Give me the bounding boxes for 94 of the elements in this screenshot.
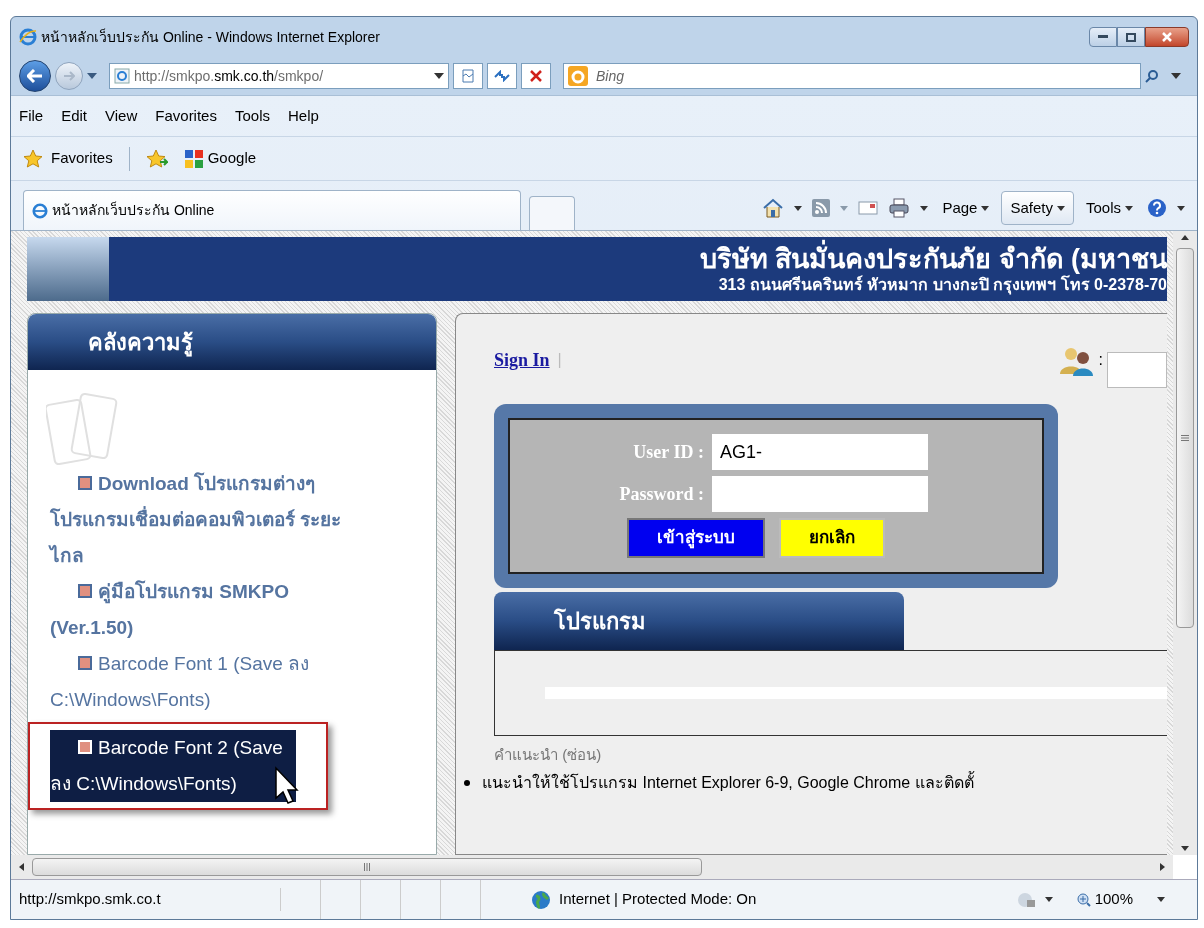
program-title: โปรแกรม — [554, 607, 646, 636]
scroll-thumb[interactable] — [1176, 248, 1194, 628]
browser-tab[interactable]: หน้าหลักเว็บประกัน Online — [23, 190, 521, 230]
favorites-link[interactable]: Favorites — [51, 147, 113, 170]
square-bullet-icon — [78, 476, 92, 490]
command-menu-button[interactable]: Page — [938, 191, 994, 225]
field-label: Password : — [618, 482, 704, 506]
menu-item[interactable]: Help — [288, 104, 319, 128]
window-title: หน้าหลักเว็บประกัน Online - Windows Internet Explorer — [41, 27, 380, 47]
sidebar-link[interactable]: Download โปรแกรมต่างๆ โปรแกรมเชื่อมต่อคอมพิวเตอร์ ระยะไกล — [50, 466, 360, 574]
favorite-link[interactable]: Google — [207, 147, 257, 170]
minimize-button[interactable] — [1089, 27, 1117, 47]
stop-button[interactable] — [521, 63, 551, 89]
user-id-field[interactable]: AG1- — [712, 434, 928, 470]
page-icon — [114, 68, 130, 84]
menu-item[interactable]: View — [105, 104, 138, 128]
menu-item[interactable]: File — [19, 104, 44, 128]
password-field[interactable] — [712, 476, 928, 512]
printer-icon[interactable] — [888, 198, 911, 218]
compatibility-view-button[interactable] — [453, 63, 483, 89]
dropdown-arrow-icon[interactable] — [1044, 897, 1053, 902]
back-button[interactable] — [19, 60, 51, 92]
menu-item[interactable]: Tools — [234, 104, 270, 128]
close-icon — [530, 70, 542, 82]
dropdown-arrow-icon[interactable] — [794, 205, 803, 211]
grip-icon — [1181, 435, 1189, 441]
dropdown-arrow-icon[interactable] — [1157, 897, 1165, 902]
zoom-icon[interactable] — [1076, 892, 1091, 907]
home-icon[interactable] — [762, 198, 785, 218]
scroll-thumb[interactable] — [32, 858, 702, 876]
refresh-button[interactable] — [487, 63, 517, 89]
sidebar-title: คลังความรู้ — [88, 328, 193, 359]
separator-text: | — [557, 350, 562, 370]
dropdown-arrow-icon — [1056, 205, 1065, 211]
dropdown-arrow-icon[interactable] — [434, 73, 444, 79]
minimize-icon — [1098, 35, 1108, 39]
square-bullet-icon — [78, 656, 92, 670]
maximize-icon — [1126, 32, 1136, 42]
zoom-level[interactable]: 100% — [1094, 888, 1133, 911]
square-bullet-icon — [78, 740, 92, 754]
torn-page-icon — [461, 69, 475, 83]
search-icon[interactable] — [1145, 69, 1159, 83]
cancel-button[interactable]: ยกเลิก — [779, 518, 885, 558]
bing-logo-icon — [568, 66, 588, 86]
company-address: 313 ถนนศรีนครินทร์ หัวหมาก บางกะปิ กรุงเทพฯ โทร 0-2378-70 — [718, 275, 1167, 295]
login-button[interactable]: เข้าสู่ระบบ — [627, 518, 765, 558]
command-menu-button[interactable]: Tools — [1081, 191, 1137, 225]
forward-arrow-icon — [63, 71, 75, 81]
right-arrow-icon[interactable] — [1160, 863, 1165, 871]
down-arrow-icon[interactable] — [1181, 846, 1189, 851]
field-label: User ID : — [632, 440, 704, 464]
dropdown-arrow-icon[interactable] — [1171, 73, 1181, 79]
bullet-icon — [464, 779, 470, 786]
command-menu-button[interactable]: Safety — [1001, 191, 1074, 225]
horizontal-scrollbar[interactable] — [11, 855, 1173, 879]
close-icon — [1162, 32, 1172, 42]
dropdown-arrow-icon — [981, 205, 990, 211]
sidebar-link[interactable]: Barcode Font 1 (Save ลง C:\Windows\Fonts) — [50, 646, 360, 718]
colored-squares-icon — [183, 148, 204, 169]
dropdown-arrow-icon[interactable] — [920, 205, 929, 211]
close-button[interactable] — [1145, 27, 1189, 47]
menu-item[interactable]: Edit — [61, 104, 88, 128]
rss-feed-icon[interactable] — [812, 199, 831, 217]
square-bullet-icon — [78, 584, 92, 598]
text-field[interactable] — [1107, 352, 1167, 388]
left-arrow-icon[interactable] — [19, 863, 24, 871]
globe-icon — [531, 889, 551, 910]
address-field[interactable]: http://smkpo.smk.co.th/smkpo/ — [109, 63, 449, 89]
browser-logo-icon — [32, 202, 48, 219]
search-input: Bing — [596, 65, 1136, 87]
sidebar-link[interactable]: คู่มือโปรแกรม SMKPO (Ver.1.50) — [50, 574, 360, 646]
back-arrow-icon — [27, 69, 43, 83]
tips-heading[interactable]: คำแนะนำ (ซ่อน) — [494, 744, 1167, 767]
tip-text: แนะนำให้ใช้โปรแกรม Internet Explorer 6-9, Google Chrome และติดตั้ — [482, 770, 974, 793]
grip-icon — [364, 863, 370, 871]
vertical-scrollbar[interactable] — [1173, 231, 1197, 855]
help-icon[interactable] — [1147, 198, 1167, 218]
dropdown-arrow-icon — [1125, 205, 1133, 211]
colon-text: : — [1098, 350, 1103, 370]
sidebar-link[interactable]: Barcode Font 2 (Save ลง C:\Windows\Fonts) — [50, 730, 296, 802]
dropdown-arrow-icon[interactable] — [1177, 205, 1185, 211]
status-text: http://smkpo.smk.co.t — [11, 888, 281, 911]
url-text: http://smkpo.smk.co.th/smkpo/ — [134, 66, 324, 86]
add-favorite-icon[interactable] — [145, 148, 168, 169]
security-zone-text: Internet | Protected Mode: On — [559, 889, 757, 910]
maximize-button[interactable] — [1117, 27, 1145, 47]
menu-item[interactable]: Favorites — [155, 104, 217, 128]
search-field[interactable]: Bing — [563, 63, 1141, 89]
tab-title: หน้าหลักเว็บประกัน Online — [52, 200, 215, 220]
star-icon[interactable] — [23, 148, 43, 169]
browser-logo-icon — [19, 28, 37, 46]
sign-in-link[interactable]: Sign In — [494, 346, 550, 374]
up-arrow-icon[interactable] — [1181, 235, 1189, 240]
mail-icon[interactable] — [858, 201, 879, 215]
